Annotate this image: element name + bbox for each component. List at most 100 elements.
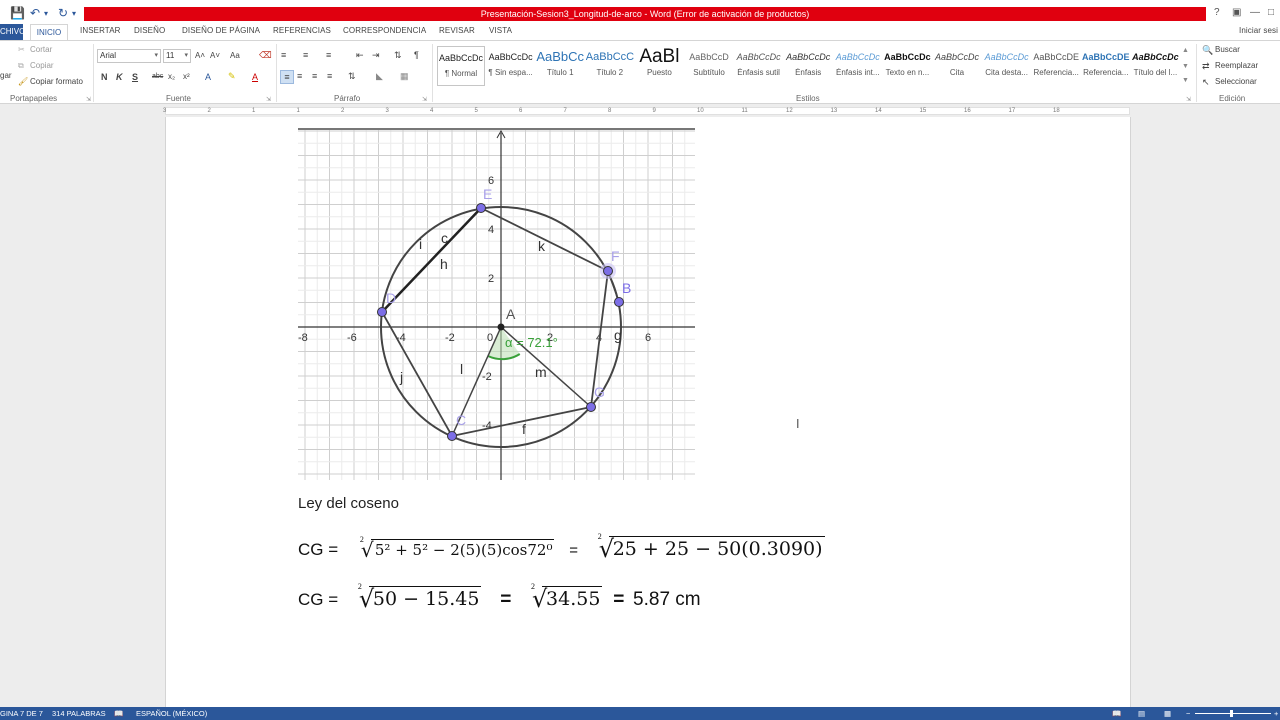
zoom-slider-thumb[interactable] <box>1230 710 1233 717</box>
italic-button[interactable]: K <box>116 71 123 83</box>
point-label-b: B <box>622 280 631 296</box>
line-spacing-icon[interactable]: ⇅ <box>348 70 356 82</box>
justify-icon[interactable]: ≡ <box>327 70 332 82</box>
subscript-button[interactable]: x₂ <box>168 71 175 83</box>
segment-label-h: h <box>440 256 448 272</box>
page-count[interactable]: GINA 7 DE 7 <box>0 709 43 718</box>
zoom-out-icon[interactable]: − <box>1186 709 1190 718</box>
zoom-in-icon[interactable]: + <box>1274 709 1278 718</box>
tab-diseno-pagina[interactable]: DISEÑO DE PÁGINA <box>182 26 260 35</box>
style-item[interactable]: AaBbCcDE Referencia... <box>1032 46 1080 86</box>
bullets-icon[interactable]: ≡ <box>281 49 286 61</box>
style-item[interactable]: AaBbCcDc ¶ Sin espa... <box>487 46 535 86</box>
horizontal-ruler[interactable]: 3 2 1 1 2 3 4 5 6 7 8 9 10 11 12 13 14 15 16 17 18 <box>0 104 1280 117</box>
cut-icon[interactable]: ✂ <box>18 44 25 56</box>
sort-icon[interactable]: ⇅ <box>394 49 402 61</box>
select-button[interactable]: Seleccionar <box>1215 77 1257 86</box>
multilevel-list-icon[interactable]: ≡ <box>326 49 331 61</box>
proofing-icon[interactable]: 📖 <box>114 709 123 718</box>
tab-referencias[interactable]: REFERENCIAS <box>273 26 331 35</box>
style-item[interactable]: AaBl Puesto <box>635 46 683 86</box>
align-center-icon[interactable]: ≡ <box>297 70 302 82</box>
sign-in-link[interactable]: Iniciar sesi <box>1239 26 1278 35</box>
bold-button[interactable]: N <box>101 71 108 83</box>
style-item[interactable]: AaBbCcDc Énfasis <box>784 46 832 86</box>
print-layout-icon[interactable]: ▤ <box>1138 709 1145 718</box>
redo-icon[interactable]: ↻ <box>58 6 68 20</box>
tab-archivo[interactable]: CHIVO <box>0 24 23 40</box>
replace-button[interactable]: Reemplazar <box>1215 61 1258 70</box>
tab-insertar[interactable]: INSERTAR <box>80 26 121 35</box>
change-case-button[interactable]: Aa <box>230 50 240 62</box>
align-right-icon[interactable]: ≡ <box>312 70 317 82</box>
copy-button[interactable]: Copiar <box>30 61 54 70</box>
style-name: ¶ Normal <box>444 69 478 78</box>
minimize-icon[interactable]: — <box>1250 7 1260 18</box>
x-tick-label: -2 <box>445 332 455 344</box>
styles-scroll-down-icon[interactable]: ▼ <box>1182 61 1189 73</box>
style-item[interactable]: AaBbCcDc Título del l... <box>1131 46 1179 86</box>
find-icon[interactable]: 🔍 <box>1202 44 1213 56</box>
borders-icon[interactable]: ▦ <box>400 70 409 82</box>
style-item[interactable]: AaBbCcDc Énfasis sutil <box>735 46 783 86</box>
tab-correspondencia[interactable]: CORRESPONDENCIA <box>343 26 426 35</box>
decrease-indent-icon[interactable]: ⇤ <box>356 49 364 61</box>
style-item[interactable]: AaBbCcDc Énfasis int... <box>834 46 882 86</box>
format-painter-icon[interactable]: 🖌 <box>18 76 28 88</box>
replace-icon[interactable]: ⇄ <box>1202 60 1210 72</box>
shading-icon[interactable]: ◣ <box>376 70 383 82</box>
style-item[interactable]: AaBbCcDE Referencia... <box>1082 46 1130 86</box>
help-button[interactable]: ? <box>1214 7 1220 18</box>
save-icon[interactable]: 💾 <box>10 6 25 20</box>
font-family-select[interactable]: Arial ▾ <box>97 49 161 63</box>
web-layout-icon[interactable]: ▦ <box>1164 709 1171 718</box>
customize-toolbar-icon[interactable]: ▾ <box>72 9 76 18</box>
style-item[interactable]: AaBbCcDc ¶ Normal <box>437 46 485 86</box>
font-size-select[interactable]: 11 ▾ <box>163 49 191 63</box>
tab-inicio[interactable]: INICIO <box>30 24 68 41</box>
text-effects-button[interactable]: A <box>205 71 211 83</box>
ribbon: gar ✂ Cortar ⧉ Copiar 🖌 Copiar formato P… <box>0 40 1280 104</box>
numbering-icon[interactable]: ≡ <box>303 49 308 61</box>
tab-revisar[interactable]: REVISAR <box>439 26 475 35</box>
style-item[interactable]: AaBbCcDc Texto en n... <box>883 46 931 86</box>
style-item[interactable]: AaBbCcDc Cita <box>933 46 981 86</box>
style-item[interactable]: AaBbCcC Título 2 <box>586 46 634 86</box>
undo-icon[interactable]: ↶ <box>30 6 40 20</box>
style-preview: AaBbCcDc <box>488 52 533 62</box>
style-item[interactable]: AaBbCc Título 1 <box>536 46 584 86</box>
underline-button[interactable]: S <box>132 71 138 83</box>
increase-indent-icon[interactable]: ⇥ <box>372 49 380 61</box>
styles-more-icon[interactable]: ▼ <box>1182 75 1189 87</box>
style-item[interactable]: AaBbCcD Subtítulo <box>685 46 733 86</box>
grow-font-button[interactable]: A˄ <box>195 50 205 62</box>
align-left-icon[interactable]: ≡ <box>280 70 294 84</box>
text-cursor-icon: I <box>796 417 800 431</box>
format-painter-button[interactable]: Copiar formato <box>30 77 83 86</box>
language-indicator[interactable]: ESPAÑOL (MÉXICO) <box>136 709 207 718</box>
highlight-icon[interactable]: ✎ <box>228 70 236 82</box>
show-marks-icon[interactable]: ¶ <box>414 49 419 61</box>
shrink-font-button[interactable]: A˅ <box>210 50 220 62</box>
paste-button[interactable]: gar <box>0 71 12 80</box>
superscript-button[interactable]: x² <box>183 71 190 83</box>
zoom-slider[interactable] <box>1195 713 1271 714</box>
styles-scroll-up-icon[interactable]: ▲ <box>1182 45 1189 57</box>
tab-vista[interactable]: VISTA <box>489 26 512 35</box>
maximize-icon[interactable]: □ <box>1268 7 1274 18</box>
copy-icon[interactable]: ⧉ <box>18 60 24 72</box>
word-count[interactable]: 314 PALABRAS <box>52 709 106 718</box>
ribbon-options-icon[interactable]: ▣ <box>1232 7 1241 18</box>
clear-format-icon[interactable]: ⌫ <box>259 49 272 61</box>
tab-diseno[interactable]: DISEÑO <box>134 26 165 35</box>
font-color-button[interactable]: A <box>252 71 258 83</box>
select-icon[interactable]: ↖ <box>1202 76 1210 88</box>
ruler-track[interactable]: 3 2 1 1 2 3 4 5 6 7 8 9 10 11 12 13 14 15 16 17 18 <box>163 107 1130 115</box>
strikethrough-button[interactable]: abc <box>152 71 163 83</box>
cut-button[interactable]: Cortar <box>30 45 52 54</box>
read-mode-icon[interactable]: 📖 <box>1112 709 1121 718</box>
find-button[interactable]: Buscar <box>1215 45 1240 54</box>
undo-dropdown-icon[interactable]: ▾ <box>44 9 48 18</box>
style-item[interactable]: AaBbCcDc Cita desta... <box>983 46 1031 86</box>
style-preview: AaBbCcC <box>585 51 634 63</box>
